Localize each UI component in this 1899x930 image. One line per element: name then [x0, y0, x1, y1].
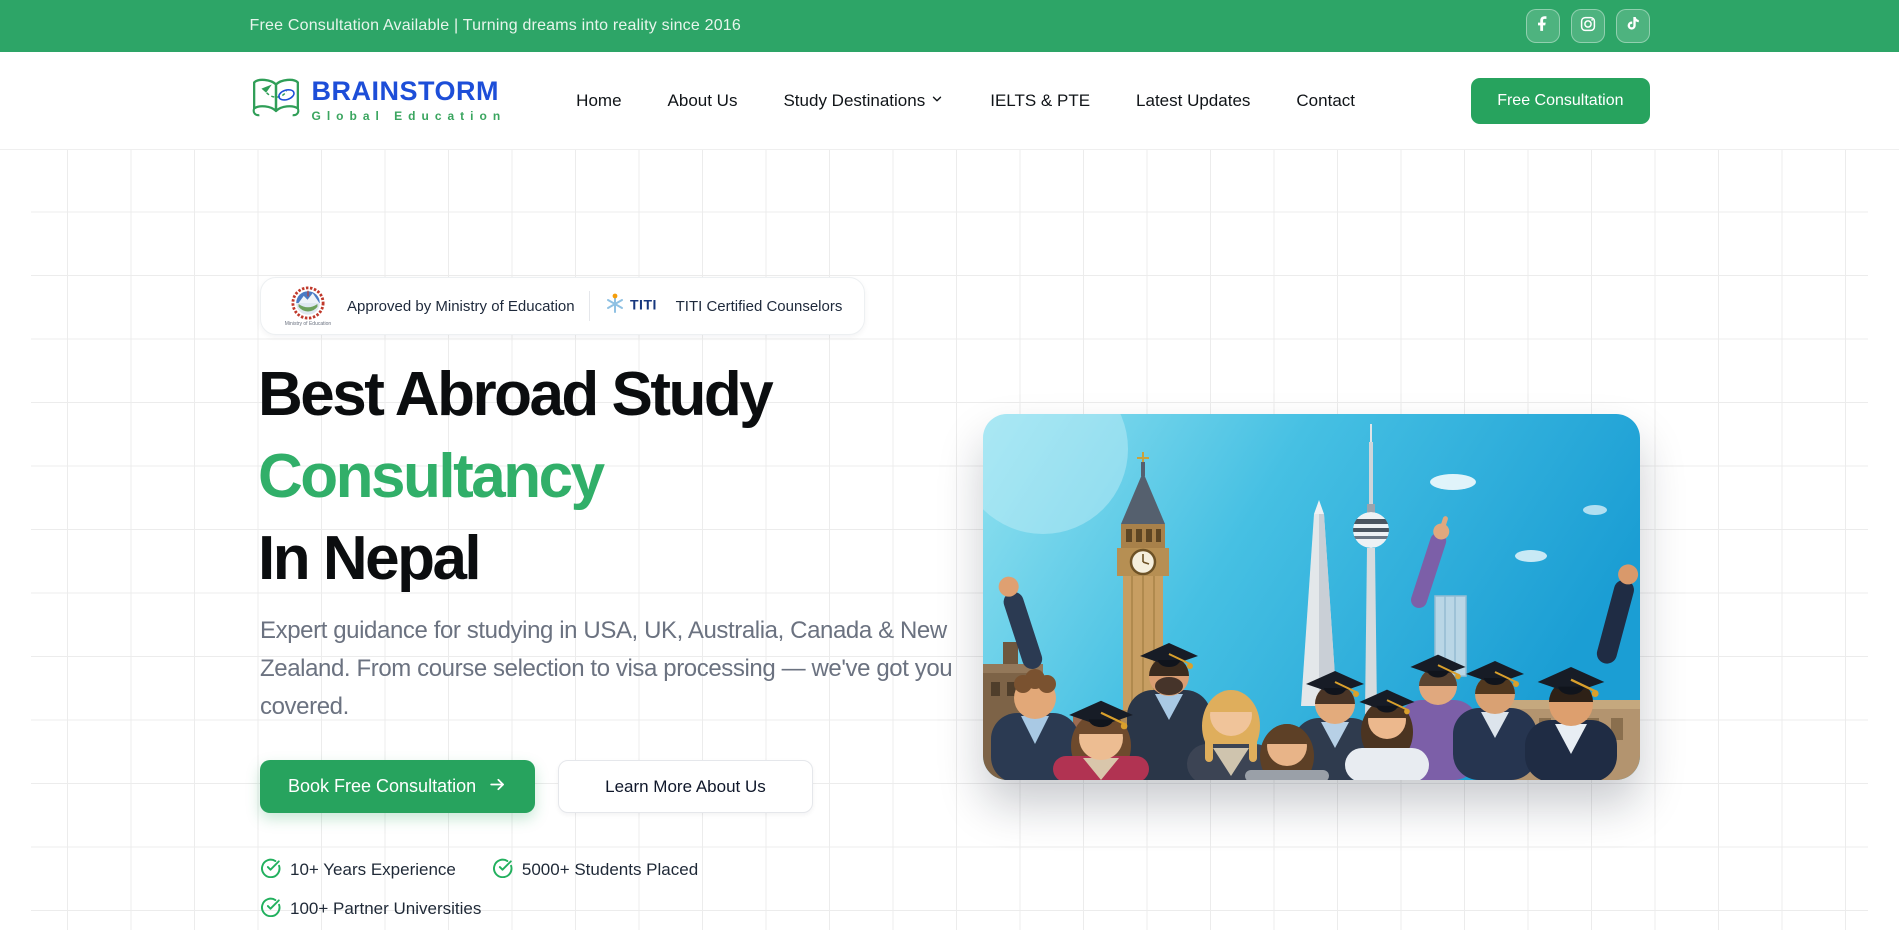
page-title: Best Abroad Study Consultancy In Nepal	[258, 354, 771, 600]
instagram-icon	[1580, 16, 1596, 37]
feature-list: 10+ Years Experience 5000+ Students Plac…	[260, 857, 860, 922]
tiktok-icon	[1625, 16, 1640, 36]
check-circle-icon	[260, 896, 281, 922]
nav-ielts-pte[interactable]: IELTS & PTE	[990, 91, 1090, 111]
badge-divider	[589, 291, 590, 321]
heading-line-1: Best Abroad Study	[258, 354, 771, 436]
instagram-button[interactable]	[1571, 9, 1605, 43]
nav-about-us[interactable]: About Us	[668, 91, 738, 111]
book-free-consultation-button[interactable]: Book Free Consultation	[260, 760, 535, 813]
arrow-right-icon	[488, 775, 507, 799]
nav-study-destinations[interactable]: Study Destinations	[783, 91, 944, 111]
open-book-plane-icon	[250, 76, 302, 125]
svg-text:TITI: TITI	[630, 296, 657, 312]
free-consultation-button[interactable]: Free Consultation	[1471, 78, 1649, 124]
titi-logo-icon: TITI	[604, 292, 668, 321]
logo[interactable]: BRAINSTORM Global Education	[250, 76, 507, 125]
nav-home[interactable]: Home	[576, 91, 621, 111]
feature-partner-universities: 100+ Partner Universities	[260, 896, 481, 922]
check-circle-icon	[492, 857, 513, 883]
feature-years-experience: 10+ Years Experience	[260, 857, 456, 883]
learn-more-button[interactable]: Learn More About Us	[558, 760, 813, 813]
announcement-text: Free Consultation Available | Turning dr…	[250, 17, 742, 35]
titi-certification-text: TITI Certified Counselors	[676, 298, 843, 315]
chevron-down-icon	[930, 91, 944, 111]
logo-tagline: Global Education	[312, 109, 507, 123]
nav-contact[interactable]: Contact	[1296, 91, 1355, 111]
emblem-caption: Ministry of Education	[285, 321, 331, 327]
hero-description: Expert guidance for studying in USA, UK,…	[260, 612, 960, 726]
main-nav: Home About Us Study Destinations IELTS &…	[576, 91, 1355, 111]
logo-title: BRAINSTORM	[312, 78, 507, 105]
ministry-emblem-icon: Ministry of Education	[283, 286, 333, 327]
heading-line-2: Consultancy	[258, 436, 771, 518]
graduates-hero-image	[983, 414, 1640, 780]
facebook-button[interactable]	[1526, 9, 1560, 43]
site-header: BRAINSTORM Global Education Home About U…	[0, 52, 1899, 150]
social-links	[1526, 9, 1650, 43]
facebook-icon	[1535, 16, 1550, 36]
nav-latest-updates[interactable]: Latest Updates	[1136, 91, 1250, 111]
trust-badge: Ministry of Education Approved by Minist…	[260, 277, 865, 335]
announcement-bar: Free Consultation Available | Turning dr…	[0, 0, 1899, 52]
hero-section: Ministry of Education Approved by Minist…	[0, 150, 1899, 930]
tiktok-button[interactable]	[1616, 9, 1650, 43]
heading-line-3: In Nepal	[258, 518, 771, 600]
ministry-approval-text: Approved by Ministry of Education	[347, 298, 575, 315]
check-circle-icon	[260, 857, 281, 883]
feature-students-placed: 5000+ Students Placed	[492, 857, 698, 883]
